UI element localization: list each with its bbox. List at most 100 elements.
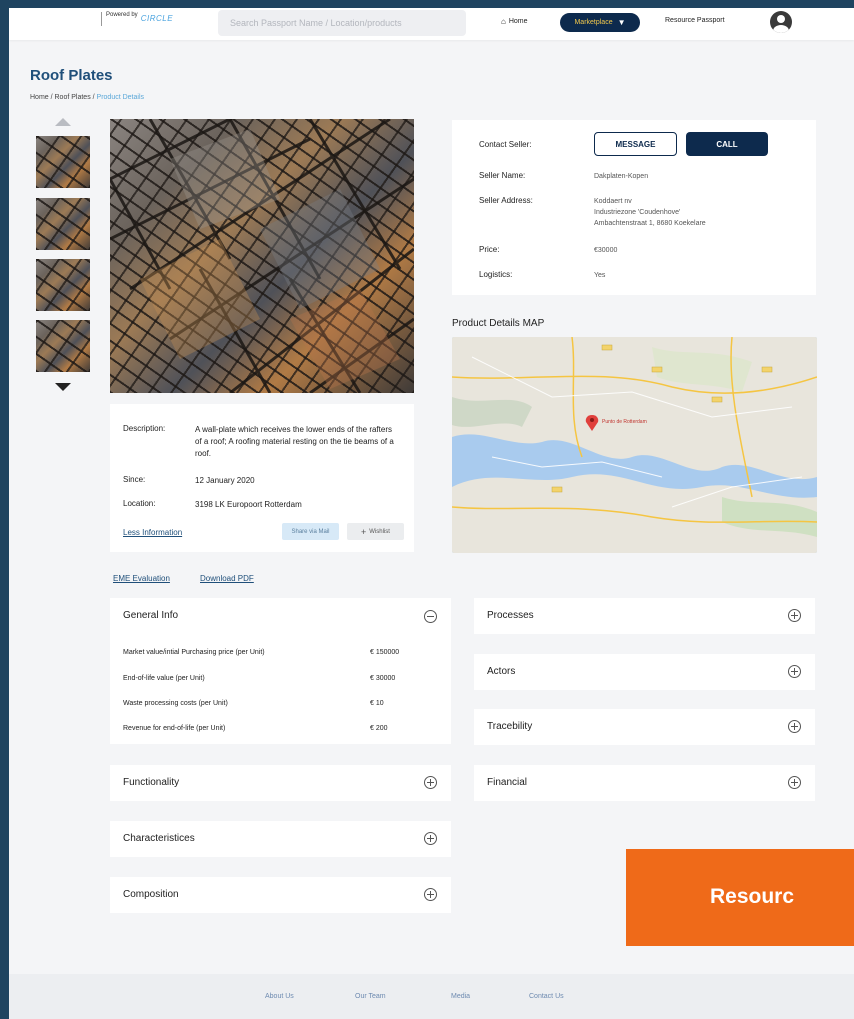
caret-down-icon: ▼ bbox=[617, 18, 626, 27]
message-button[interactable]: MESSAGE bbox=[594, 132, 677, 156]
expand-plus-icon[interactable] bbox=[424, 776, 437, 789]
gi-row-label-0: Market value/intial Purchasing price (pe… bbox=[123, 649, 265, 656]
general-info-accordion: General Info Market value/intial Purchas… bbox=[110, 598, 451, 744]
download-pdf-link[interactable]: Download PDF bbox=[200, 574, 254, 583]
product-thumbnail-4[interactable] bbox=[36, 320, 90, 372]
description-label: Description: bbox=[123, 424, 166, 433]
marketplace-dropdown-button[interactable]: Marketplace ▼ bbox=[560, 13, 640, 32]
expand-plus-icon[interactable] bbox=[788, 665, 801, 678]
footer-team-link[interactable]: Our Team bbox=[355, 993, 386, 1000]
home-icon: ⌂ bbox=[501, 17, 506, 26]
tracebility-title: Tracebility bbox=[487, 721, 533, 732]
footer-about-link[interactable]: About Us bbox=[265, 993, 294, 1000]
product-thumbnail-2[interactable] bbox=[36, 198, 90, 250]
actors-accordion[interactable]: Actors bbox=[474, 654, 815, 690]
map-pin-label: Punto de Rotterdam bbox=[602, 419, 647, 425]
seller-address-line1: Koddaert nv bbox=[594, 198, 632, 205]
since-row: Since: 12 January 2020 bbox=[123, 475, 400, 487]
product-description-card: Description: A wall-plate which receives… bbox=[110, 404, 414, 552]
avatar-head-shape bbox=[777, 15, 785, 23]
breadcrumb: Home / Roof Plates / Product Details bbox=[30, 94, 144, 101]
user-avatar[interactable] bbox=[770, 11, 792, 33]
thumbnail-scroll-up-icon[interactable] bbox=[55, 118, 71, 126]
location-row: Location: 3198 LK Europoort Rotterdam bbox=[123, 499, 400, 511]
functionality-title: Functionality bbox=[123, 777, 180, 788]
since-value: 12 January 2020 bbox=[195, 476, 255, 485]
powered-by: Powered by CIRCLE bbox=[101, 12, 173, 26]
top-navigation-bar: Powered by CIRCLE Search Passport Name /… bbox=[9, 8, 854, 40]
page-frame: Powered by CIRCLE Search Passport Name /… bbox=[9, 8, 854, 1019]
resource-banner[interactable]: Resourc bbox=[626, 849, 854, 946]
general-info-title[interactable]: General Info bbox=[123, 610, 178, 621]
seller-address-label: Seller Address: bbox=[479, 196, 533, 205]
expand-plus-icon[interactable] bbox=[788, 720, 801, 733]
map-title: Product Details MAP bbox=[452, 318, 545, 329]
breadcrumb-path[interactable]: Home / Roof Plates / bbox=[30, 94, 97, 101]
price-value: €30000 bbox=[594, 247, 618, 254]
location-label: Location: bbox=[123, 499, 156, 508]
description-value: A wall-plate which receives the lower en… bbox=[195, 425, 394, 458]
actors-title: Actors bbox=[487, 666, 516, 677]
composition-title: Composition bbox=[123, 889, 179, 900]
thumbnail-scroll-down-icon[interactable] bbox=[55, 383, 71, 391]
financial-accordion[interactable]: Financial bbox=[474, 765, 815, 801]
expand-plus-icon[interactable] bbox=[424, 832, 437, 845]
product-main-image bbox=[110, 119, 414, 393]
characteristices-title: Characteristices bbox=[123, 833, 195, 844]
footer: About Us Our Team Media Contact Us bbox=[9, 974, 854, 1019]
description-row: Description: A wall-plate which receives… bbox=[123, 424, 400, 460]
seller-address-line2: Industriezone 'Coudenhove' bbox=[594, 209, 681, 216]
gi-row-label-1: End-of-life value (per Unit) bbox=[123, 675, 205, 682]
product-location-map[interactable]: Punto de Rotterdam bbox=[452, 337, 817, 553]
processes-accordion[interactable]: Processes bbox=[474, 598, 815, 634]
gi-row-value-1: € 30000 bbox=[370, 675, 396, 682]
seller-name-value: Dakplaten-Kopen bbox=[594, 173, 649, 180]
collapse-circle-icon[interactable] bbox=[424, 610, 437, 623]
functionality-accordion[interactable]: Functionality bbox=[110, 765, 451, 801]
expand-plus-icon[interactable] bbox=[424, 888, 437, 901]
location-value: 3198 LK Europoort Rotterdam bbox=[195, 500, 302, 509]
roof-slate-pattern bbox=[110, 119, 414, 393]
composition-accordion[interactable]: Composition bbox=[110, 877, 451, 913]
page-title: Roof Plates bbox=[30, 67, 113, 84]
seller-info-card: Contact Seller: MESSAGE CALL Seller Name… bbox=[452, 120, 816, 295]
call-button[interactable]: CALL bbox=[686, 132, 768, 156]
nav-home-link[interactable]: ⌂ Home bbox=[501, 17, 528, 26]
since-label: Since: bbox=[123, 475, 146, 484]
less-information-link[interactable]: Less Information bbox=[123, 528, 182, 537]
expand-plus-icon[interactable] bbox=[788, 609, 801, 622]
powered-by-label: Powered by bbox=[106, 12, 138, 18]
marketplace-label: Marketplace bbox=[574, 19, 613, 26]
avatar-body-shape bbox=[773, 25, 789, 33]
logistics-label: Logistics: bbox=[479, 270, 513, 279]
wishlist-label: Wishlist bbox=[369, 528, 390, 535]
gi-row-label-2: Waste processing costs (per Unit) bbox=[123, 700, 228, 707]
wishlist-button[interactable]: + Wishlist bbox=[347, 523, 404, 540]
nav-home-label: Home bbox=[508, 18, 528, 25]
nav-resource-passport-link[interactable]: Resource Passport bbox=[665, 17, 725, 24]
contact-seller-label: Contact Seller: bbox=[479, 140, 532, 149]
footer-media-link[interactable]: Media bbox=[451, 993, 470, 1000]
characteristices-accordion[interactable]: Characteristices bbox=[110, 821, 451, 857]
plus-icon: + bbox=[361, 526, 367, 537]
gi-row-value-3: € 200 bbox=[370, 725, 388, 732]
price-label: Price: bbox=[479, 245, 500, 254]
logistics-value: Yes bbox=[594, 272, 606, 279]
processes-title: Processes bbox=[487, 610, 534, 621]
circle-logo[interactable]: CIRCLE bbox=[141, 14, 173, 23]
tracebility-accordion[interactable]: Tracebility bbox=[474, 709, 815, 745]
resource-banner-text: Resourc bbox=[710, 885, 795, 908]
search-input[interactable]: Search Passport Name / Location/products bbox=[218, 10, 466, 36]
gi-row-value-2: € 10 bbox=[370, 700, 384, 707]
product-thumbnail-1[interactable] bbox=[36, 136, 90, 188]
expand-plus-icon[interactable] bbox=[788, 776, 801, 789]
eme-evaluation-link[interactable]: EME Evaluation bbox=[113, 574, 170, 583]
product-thumbnail-3[interactable] bbox=[36, 259, 90, 311]
financial-title: Financial bbox=[487, 777, 528, 788]
share-via-mail-button[interactable]: Share via Mail bbox=[282, 523, 339, 540]
gi-row-value-0: € 150000 bbox=[370, 649, 400, 656]
breadcrumb-current: Product Details bbox=[96, 94, 144, 101]
seller-name-label: Seller Name: bbox=[479, 171, 526, 180]
seller-address-line3: Ambachtenstraat 1, 8680 Koekelare bbox=[594, 220, 706, 227]
footer-contact-link[interactable]: Contact Us bbox=[529, 993, 564, 1000]
